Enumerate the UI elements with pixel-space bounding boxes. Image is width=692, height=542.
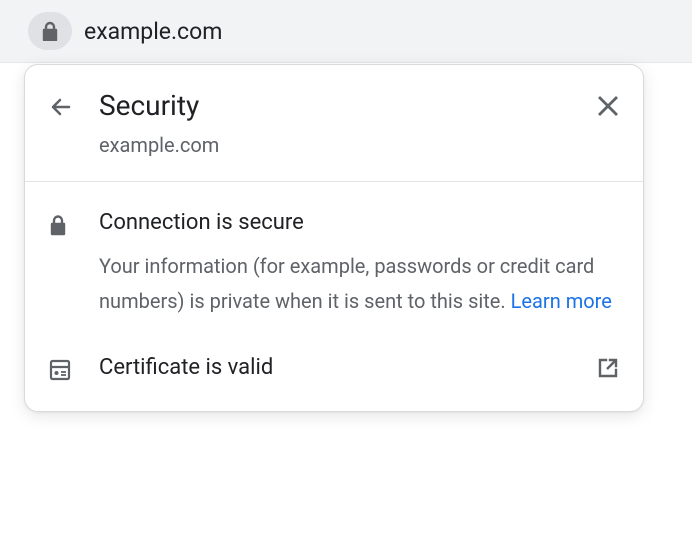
popover-header: Security example.com [25,65,643,182]
connection-section: Connection is secure Your information (f… [25,182,643,343]
popover-title: Security [99,89,579,123]
close-button[interactable] [579,89,619,117]
learn-more-link[interactable]: Learn more [511,289,612,313]
close-icon [597,95,619,117]
arrow-left-icon [49,95,73,119]
popover-subtitle: example.com [99,133,579,157]
site-info-button[interactable] [28,12,72,50]
connection-title: Connection is secure [99,210,619,235]
browser-address-bar: example.com [0,0,692,63]
lock-icon [49,214,67,236]
certificate-row[interactable]: Certificate is valid [25,343,643,411]
site-security-popover: Security example.com Connection is secur… [24,64,644,412]
url-text[interactable]: example.com [84,18,222,45]
connection-description: Your information (for example, passwords… [99,249,619,319]
lock-icon [42,21,58,41]
external-link-icon [597,357,619,379]
certificate-icon [49,359,71,381]
certificate-title: Certificate is valid [99,355,597,380]
back-button[interactable] [49,89,89,119]
